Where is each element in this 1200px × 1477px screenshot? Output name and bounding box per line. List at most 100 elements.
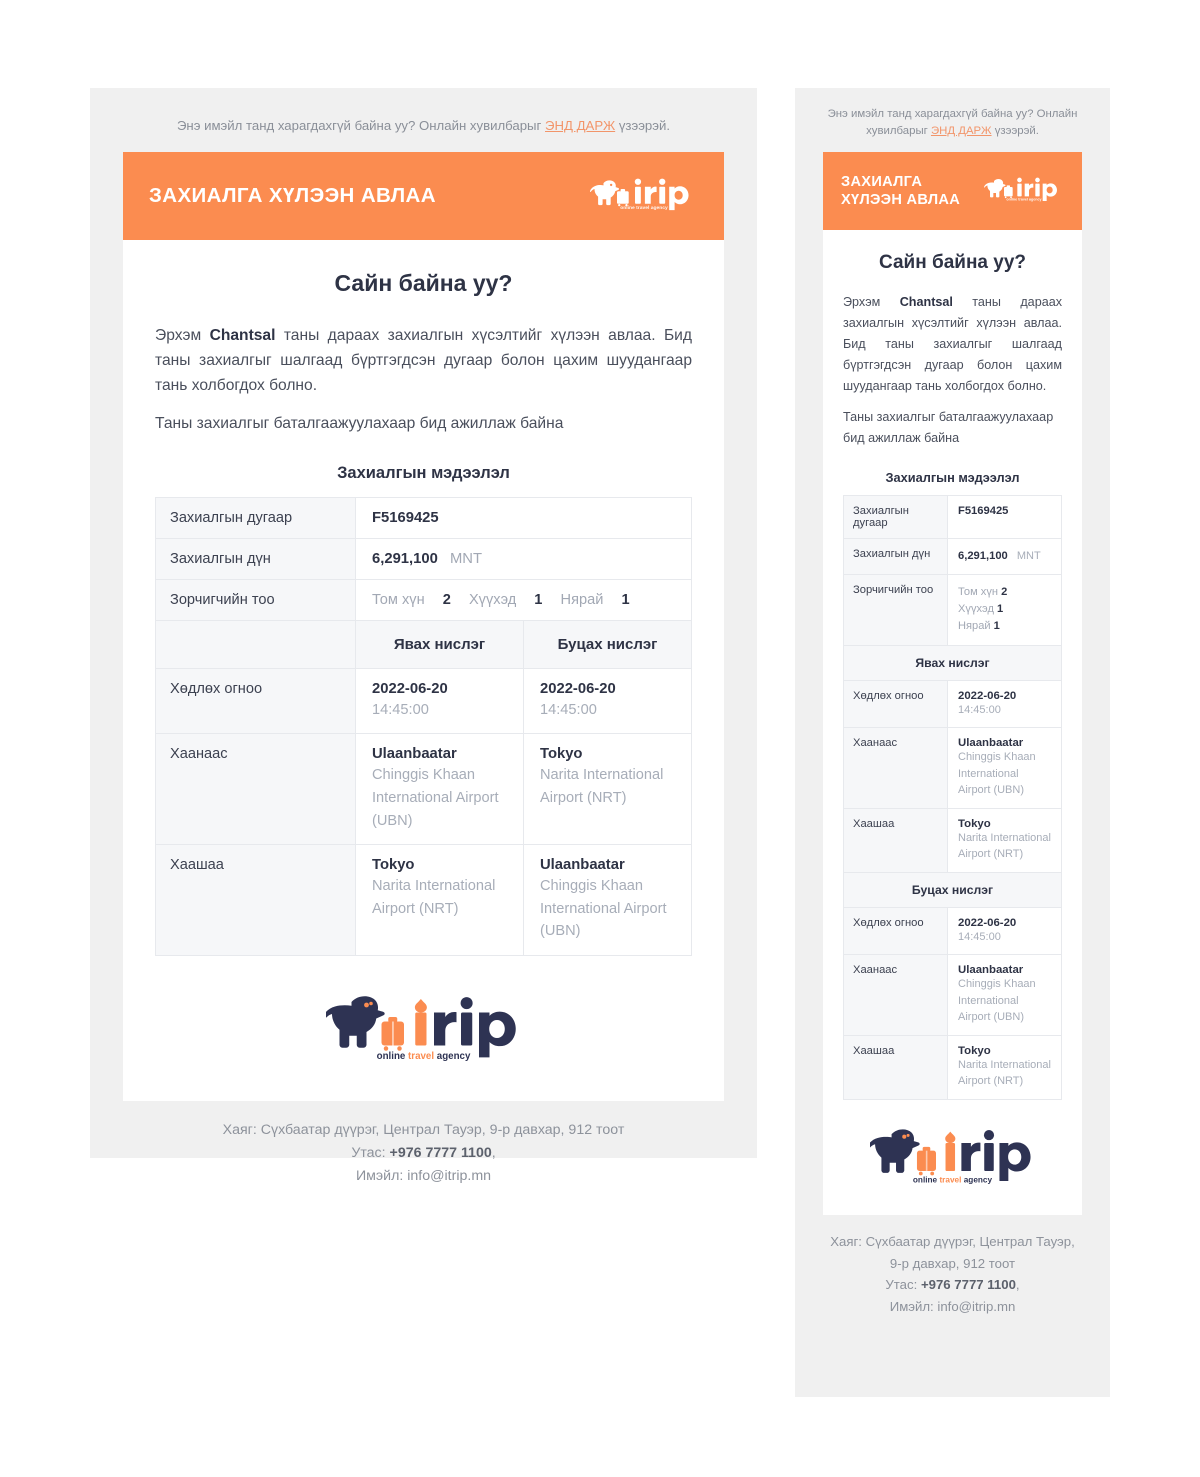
- preheader-text: Энэ имэйл танд харагдахгүй байна уу? Онл…: [90, 88, 757, 152]
- table-row: Захиалгын дугаар F5169425: [843, 495, 1062, 540]
- amount-currency: MNT: [449, 550, 483, 567]
- logo-tagline-text: online travel agency: [377, 1051, 471, 1062]
- mobile-return-destination-airport: Narita International Airport (NRT): [958, 1058, 1051, 1088]
- mobile-email-header-bar: ЗАХИАЛГА ХҮЛЭЭН АВЛАА online travel agen…: [823, 152, 1082, 231]
- online-version-link[interactable]: ЭНД ДАРЖ: [545, 118, 615, 133]
- table-row-departure-date: Хөдлөх огноо 2022-06-20 14:45:00 2022-06…: [155, 667, 692, 735]
- mobile-intro-paragraph: Эрхэм Chantsal таны дараах захиалгын хүс…: [843, 292, 1062, 396]
- mobile-return-section-header: Буцах нислэг: [843, 871, 1062, 908]
- outbound-flight-header: Явах нислэг: [355, 619, 524, 669]
- mobile-online-version-link[interactable]: ЭНД ДАРЖ: [931, 125, 992, 137]
- customer-name: Chantsal: [209, 326, 276, 344]
- mobile-footer-address-line2: 9-р давхар, 912 тоот: [889, 1255, 1016, 1271]
- mobile-return-time: 14:45:00: [958, 930, 1001, 943]
- amount-label: Захиалгын дүн: [155, 537, 356, 580]
- mobile-return-destination-label: Хаашаа: [843, 1034, 948, 1100]
- mobile-pax-adult-label: Том хүн: [958, 585, 999, 598]
- departure-date-label: Хөдлөх огноо: [155, 667, 356, 735]
- mobile-return-origin-value: Ulaanbaatar Chinggis Khaan International…: [947, 954, 1062, 1036]
- mobile-return-origin-airport: Chinggis Khaan International Airport (UB…: [958, 978, 1036, 1024]
- mobile-return-date: 2022-06-20: [958, 916, 1017, 929]
- footer-phone-value: +976 7777 1100: [389, 1145, 492, 1162]
- table-row: Зорчигчийн тоо Том хүн 2 Хүүхэд 1 Нярай …: [843, 573, 1062, 646]
- itrip-logo-footer-mobile-icon: online travel agency: [866, 1128, 1031, 1184]
- table-row: Хаанаас Ulaanbaatar Chinggis Khaan Inter…: [843, 954, 1062, 1036]
- mobile-passengers-label: Зорчигчийн тоо: [843, 573, 948, 646]
- footer-email-line: Имэйл: info@itrip.mn: [110, 1165, 737, 1188]
- mobile-return-date-value: 2022-06-20 14:45:00: [947, 906, 1062, 956]
- order-details-table: Захиалгын дугаар F5169425 Захиалгын дүн …: [155, 496, 692, 957]
- mobile-outbound-origin-value: Ulaanbaatar Chinggis Khaan International…: [947, 727, 1062, 809]
- table-row-amount: Захиалгын дүн 6,291,100 MNT: [155, 537, 692, 580]
- mobile-logo-letter-i: [945, 1131, 956, 1171]
- footer-phone-label: Утас:: [351, 1145, 390, 1162]
- email-header-title: ЗАХИАЛГА ХҮЛЭЭН АВЛАА: [149, 183, 436, 207]
- mobile-greeting-heading: Сайн байна уу?: [879, 252, 1026, 274]
- mobile-outbound-date-value: 2022-06-20 14:45:00: [947, 679, 1062, 729]
- table-row-order-number: Захиалгын дугаар F5169425: [155, 496, 692, 539]
- outbound-date-value: 2022-06-20 14:45:00: [355, 667, 524, 735]
- return-destination-airport: Chinggis Khaan International Airport (UB…: [540, 878, 667, 940]
- order-number-value: F5169425: [355, 496, 692, 539]
- outbound-destination-city: Tokyo: [372, 857, 415, 874]
- mobile-order-number-text: F5169425: [958, 505, 1009, 518]
- mobile-footer-phone-comma: ,: [1015, 1277, 1020, 1293]
- itrip-logo-header-mobile-icon: online travel agency: [983, 178, 1057, 202]
- footer-address-line: Хаяг: Сүхбаатар дүүрэг, Централ Тауэр, 9…: [222, 1122, 625, 1139]
- mobile-pax-child-label: Хүүхэд: [958, 603, 994, 616]
- origin-label: Хаанаас: [155, 733, 356, 846]
- intro-paragraph: Эрхэм Chantsal таны дараах захиалгын хүс…: [155, 323, 692, 399]
- mobile-return-origin-label: Хаанаас: [843, 954, 948, 1036]
- mobile-outbound-date-label: Хөдлөх огноо: [843, 679, 948, 729]
- pax-infant-label: Нярай: [560, 591, 604, 608]
- footer-email-value[interactable]: info@itrip.mn: [407, 1168, 491, 1184]
- return-flight-header: Буцах нислэг: [523, 619, 692, 669]
- mobile-return-origin-city: Ulaanbaatar: [958, 964, 1024, 977]
- desktop-email-preview: Энэ имэйл танд харагдахгүй байна уу? Онл…: [90, 88, 757, 1184]
- email-preview-page: Энэ имэйл танд харагдахгүй байна уу? Онл…: [0, 0, 1200, 1477]
- mobile-return-header-label: Буцах нислэг: [843, 871, 1062, 908]
- logo-letter-i: [414, 999, 427, 1046]
- mobile-title-line1: ЗАХИАЛГА: [841, 173, 923, 190]
- return-date-value: 2022-06-20 14:45:00: [523, 667, 692, 735]
- mobile-pax-child: Хүүхэд 1: [958, 601, 1051, 618]
- mobile-pax-infant-label: Нярай: [958, 620, 991, 633]
- mobile-passengers-value: Том хүн 2 Хүүхэд 1 Нярай 1: [947, 573, 1062, 646]
- mobile-customer-name: Chantsal: [899, 295, 953, 310]
- mobile-pax-child-count: 1: [997, 603, 1004, 616]
- mobile-amount-value: 6,291,100 MNT: [947, 538, 1062, 575]
- outbound-destination-airport: Narita International Airport (NRT): [372, 878, 496, 917]
- pax-adult: Том хүн 2: [372, 592, 451, 608]
- table-row: Хаашаа Tokyo Narita International Airpor…: [843, 1034, 1062, 1100]
- table-row: Хаашаа Tokyo Narita International Airpor…: [843, 807, 1062, 873]
- amount-number: 6,291,100: [372, 550, 438, 567]
- pax-infant: Нярай 1: [561, 592, 630, 608]
- passengers-value: Том хүн 2 Хүүхэд 1 Нярай 1: [355, 578, 692, 621]
- outbound-date: 2022-06-20: [372, 680, 448, 697]
- return-origin-city: Tokyo: [540, 746, 583, 763]
- footer-logo-block: online travel agency: [123, 964, 724, 1102]
- mobile-header-logo: online travel agency: [983, 175, 1064, 207]
- pax-child: Хүүхэд 1: [469, 592, 542, 608]
- pax-child-count: 1: [534, 591, 543, 608]
- pax-infant-count: 1: [621, 591, 630, 608]
- intro-prefix: Эрхэм: [155, 326, 210, 344]
- mobile-return-destination-value: Tokyo Narita International Airport (NRT): [947, 1034, 1062, 1100]
- mobile-confirm-paragraph: Таны захиалгыг баталгаажуулахаар бид ажи…: [843, 409, 1054, 445]
- mobile-outbound-section-header: Явах нислэг: [843, 644, 1062, 681]
- pax-adult-label: Том хүн: [372, 591, 425, 608]
- return-destination-city: Ulaanbaatar: [540, 857, 625, 874]
- mobile-outbound-date: 2022-06-20: [958, 689, 1017, 702]
- mobile-footer-phone-value: +976 7777 1100: [920, 1277, 1016, 1293]
- mobile-order-details-table: Захиалгын дугаар F5169425 Захиалгын дүн …: [843, 495, 1062, 1100]
- mobile-footer-phone-label: Утас:: [885, 1277, 921, 1293]
- order-details-title: Захиалгын мэдээлэл: [337, 463, 510, 482]
- mobile-footer-email-value[interactable]: info@itrip.mn: [937, 1299, 1015, 1314]
- return-date: 2022-06-20: [540, 680, 616, 697]
- pax-child-label: Хүүхэд: [468, 591, 517, 608]
- mobile-outbound-time: 14:45:00: [958, 703, 1001, 716]
- mobile-order-details-title: Захиалгын мэдээлэл: [885, 470, 1020, 486]
- return-origin-airport: Narita International Airport (NRT): [540, 767, 664, 807]
- amount-value: 6,291,100 MNT: [355, 537, 692, 580]
- header-logo: online travel agency: [589, 175, 698, 216]
